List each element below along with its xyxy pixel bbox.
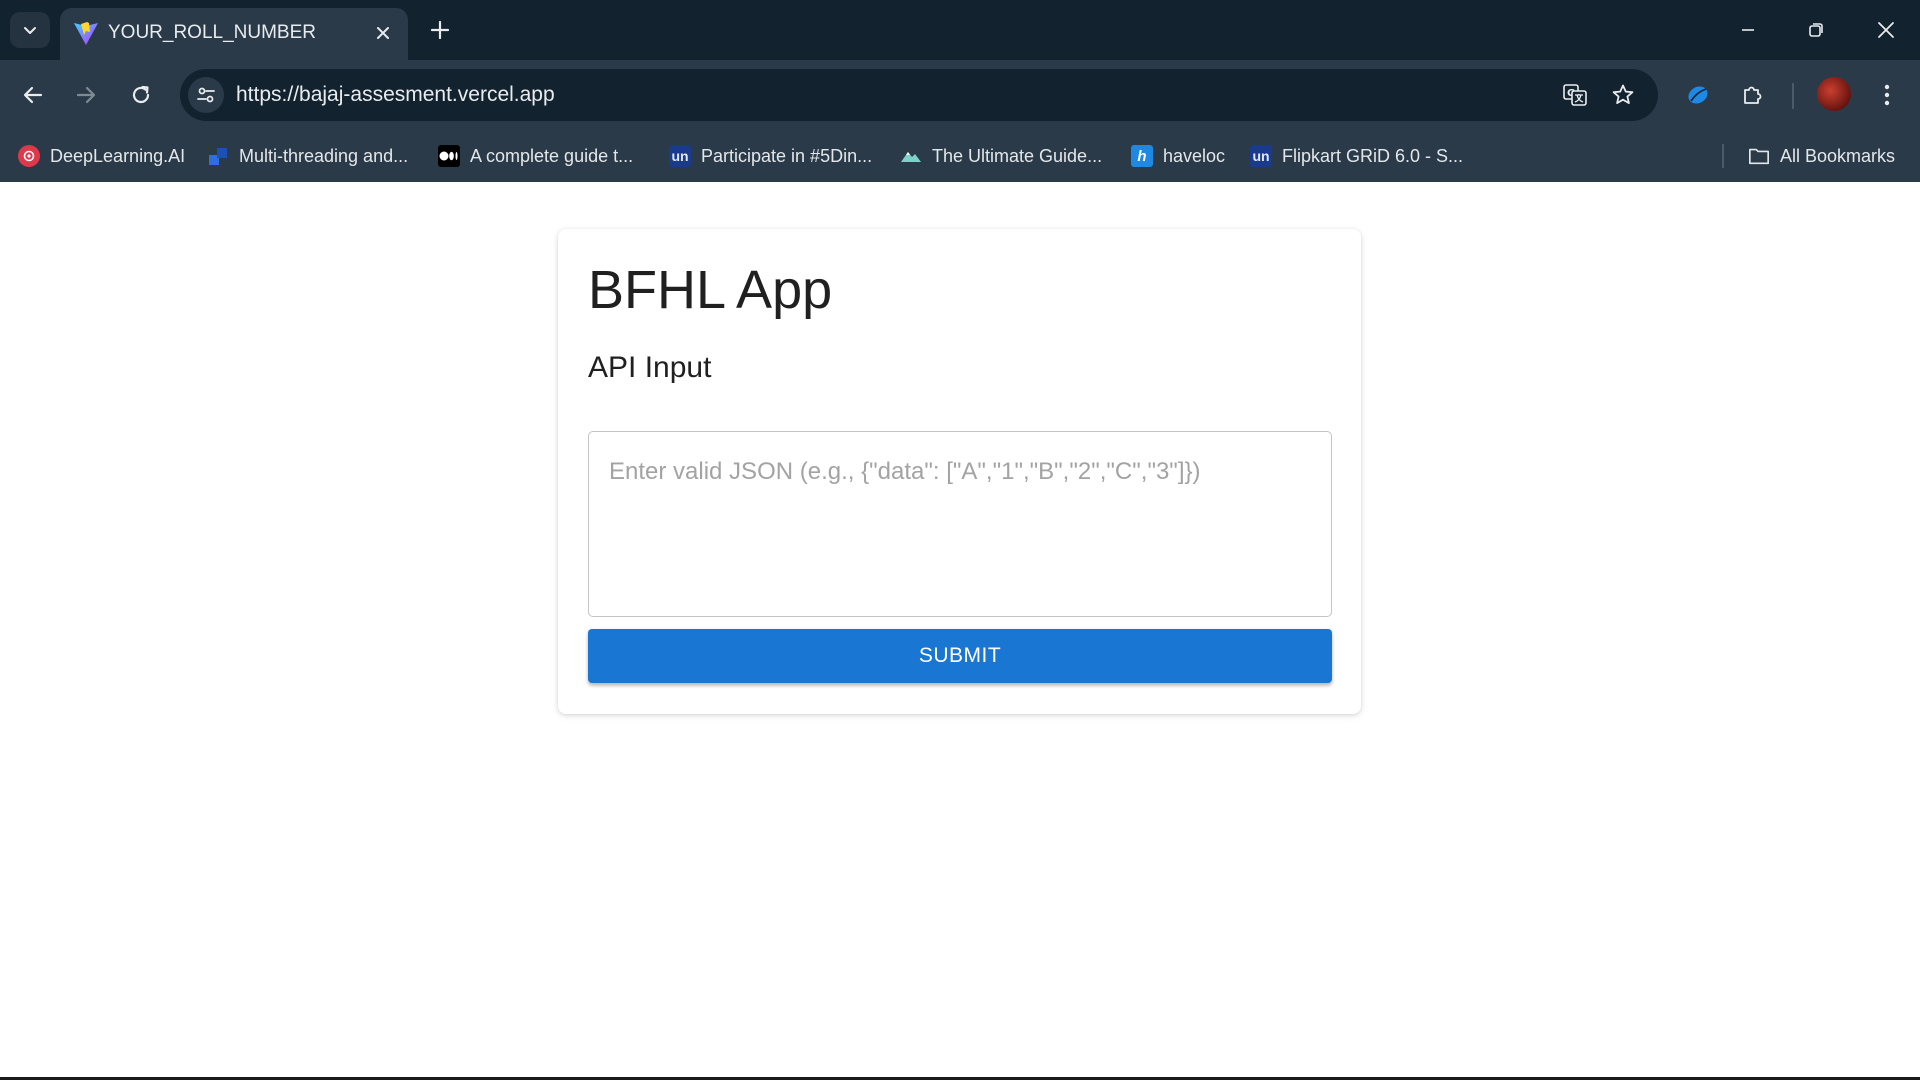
app-card: BFHL App API Input SUBMIT xyxy=(558,229,1361,714)
puzzle-icon xyxy=(1744,86,1762,104)
bookmark-item[interactable]: The Ultimate Guide... xyxy=(900,140,1102,172)
star-icon xyxy=(1612,84,1634,104)
plus-icon xyxy=(430,20,450,40)
tab-search-button[interactable] xyxy=(10,12,50,48)
bookmarks-divider xyxy=(1722,144,1724,168)
reload-button[interactable] xyxy=(121,75,161,115)
bookmark-item[interactable]: Multi-threading and... xyxy=(207,140,408,172)
new-tab-button[interactable] xyxy=(422,12,458,48)
tune-icon xyxy=(197,87,215,103)
bookmark-item[interactable]: A complete guide t... xyxy=(438,140,633,172)
submit-button[interactable]: SUBMIT xyxy=(588,629,1332,683)
mountain-icon xyxy=(900,145,922,167)
extensions-menu-button[interactable] xyxy=(1733,75,1773,115)
arrow-right-icon xyxy=(76,86,96,104)
vite-logo-icon xyxy=(74,22,98,45)
browser-toolbar: https://bajaj-assesment.vercel.app G xyxy=(0,60,1920,130)
site-info-button[interactable] xyxy=(188,77,224,113)
tab-title: YOUR_ROLL_NUMBER xyxy=(108,22,316,43)
more-vertical-icon xyxy=(1884,84,1890,106)
extension-button[interactable] xyxy=(1678,75,1718,115)
minimize-button[interactable] xyxy=(1720,6,1776,54)
translate-button[interactable]: G xyxy=(1557,77,1593,113)
json-input[interactable] xyxy=(588,431,1332,617)
medium-icon xyxy=(438,145,460,167)
forward-button[interactable] xyxy=(66,75,106,115)
browser-menu-button[interactable] xyxy=(1867,75,1907,115)
restore-button[interactable] xyxy=(1788,6,1844,54)
tab-strip: YOUR_ROLL_NUMBER xyxy=(0,0,1920,60)
active-tab[interactable]: YOUR_ROLL_NUMBER xyxy=(60,8,408,60)
close-icon xyxy=(1878,22,1894,38)
bookmark-item[interactable]: h haveloc xyxy=(1131,140,1225,172)
bookmarks-bar: DeepLearning.AI Multi-threading and... A… xyxy=(0,130,1920,182)
chevron-down-icon xyxy=(24,27,36,34)
arrow-left-icon xyxy=(23,86,43,104)
deeplearning-ai-icon xyxy=(18,145,40,167)
section-title: API Input xyxy=(588,351,712,384)
close-icon xyxy=(377,27,389,39)
bookmark-item[interactable]: un Flipkart GRiD 6.0 - S... xyxy=(1250,140,1463,172)
reload-icon xyxy=(132,85,150,104)
url-text: https://bajaj-assesment.vercel.app xyxy=(236,83,555,106)
close-tab-button[interactable] xyxy=(368,18,398,48)
blue-blocks-icon xyxy=(207,145,229,167)
bookmark-item[interactable]: un Participate in #5Din... xyxy=(669,140,872,172)
minimize-icon xyxy=(1742,29,1754,31)
translate-icon: G xyxy=(1563,84,1587,106)
window-close-button[interactable] xyxy=(1858,6,1914,54)
bookmark-star-button[interactable] xyxy=(1605,77,1641,113)
unstop-icon: un xyxy=(669,145,691,167)
folder-icon xyxy=(1748,145,1770,167)
blue-leaf-icon xyxy=(1688,86,1708,104)
profile-avatar[interactable] xyxy=(1817,77,1851,111)
address-bar[interactable]: https://bajaj-assesment.vercel.app G xyxy=(180,69,1658,121)
page-title: BFHL App xyxy=(588,260,833,320)
all-bookmarks-button[interactable]: All Bookmarks xyxy=(1748,140,1895,172)
bookmark-item[interactable]: DeepLearning.AI xyxy=(18,140,185,172)
unstop-icon: un xyxy=(1250,145,1272,167)
back-button[interactable] xyxy=(13,75,53,115)
haveloc-icon: h xyxy=(1131,145,1153,167)
restore-icon xyxy=(1809,23,1823,37)
page-content: BFHL App API Input SUBMIT xyxy=(0,182,1920,1080)
toolbar-divider xyxy=(1792,83,1794,109)
